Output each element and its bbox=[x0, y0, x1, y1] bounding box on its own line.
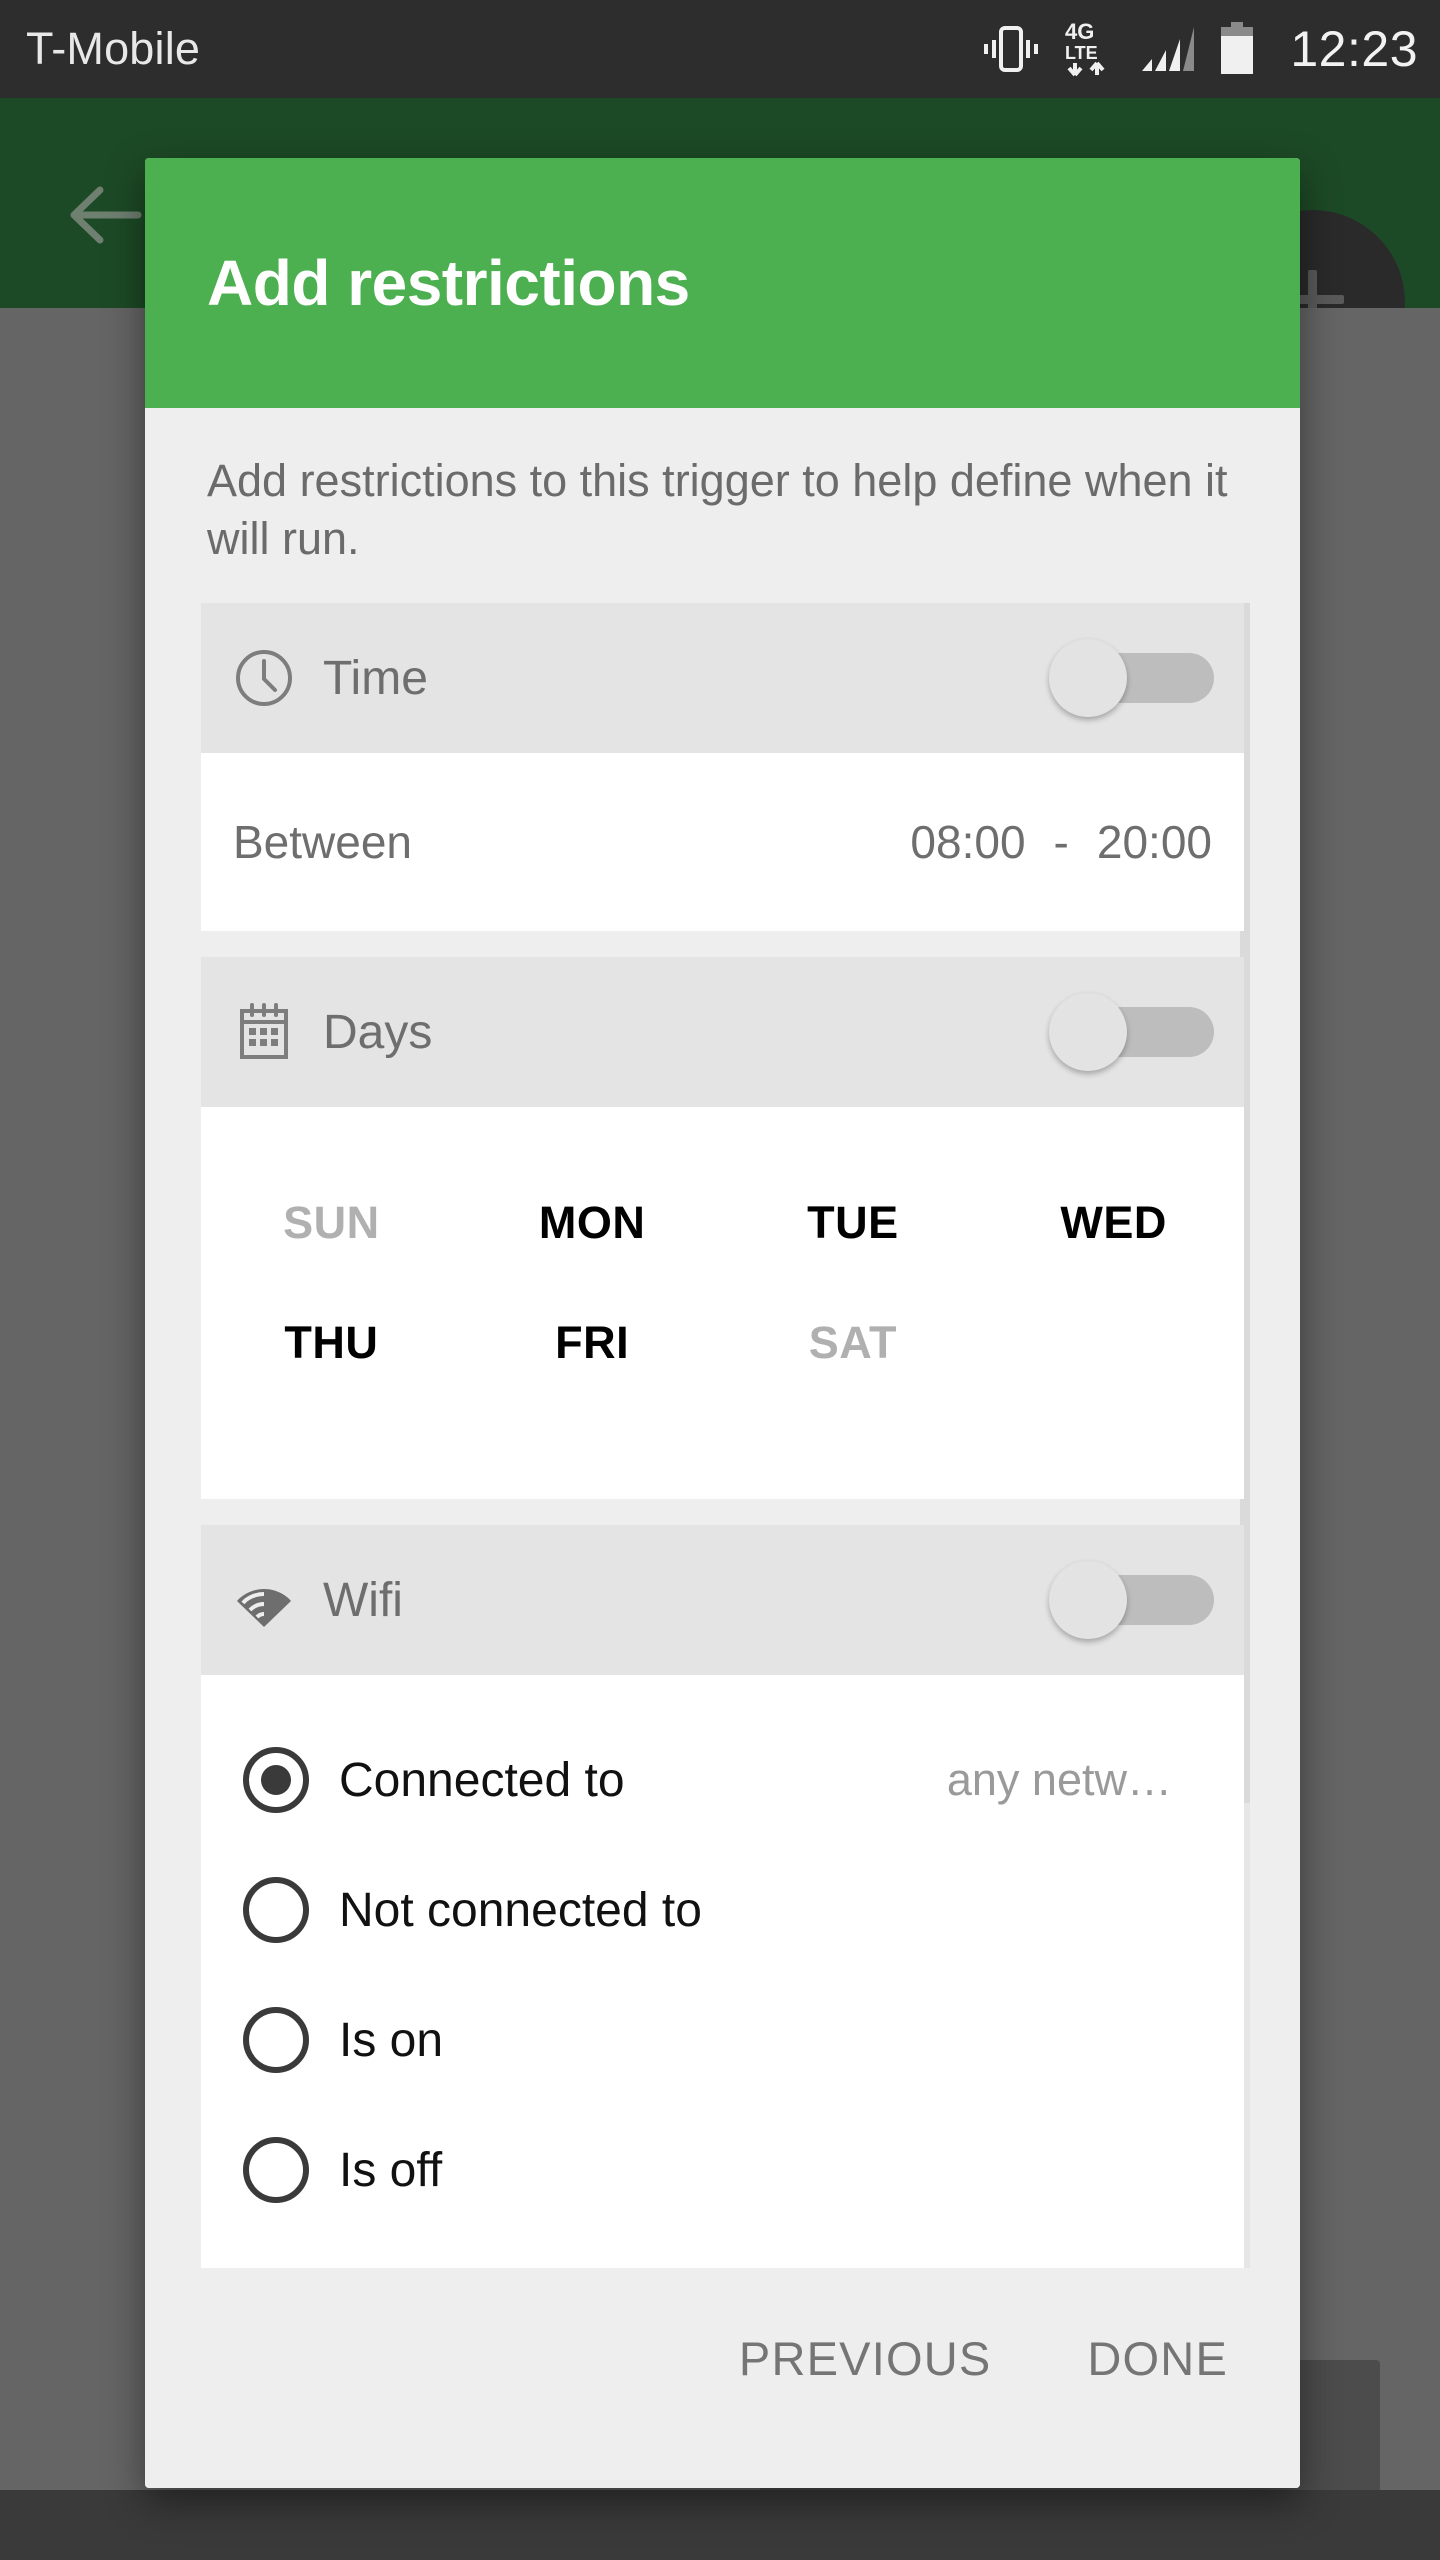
days-row-second: THU FRI SAT bbox=[201, 1283, 1244, 1403]
panel-wifi: Connected to any netw… Not connected to … bbox=[201, 1675, 1244, 2268]
radio-unselected-icon bbox=[243, 1877, 309, 1944]
section-label-days: Days bbox=[323, 1005, 433, 1059]
radio-label-not-connected-to: Not connected to bbox=[339, 1883, 702, 1937]
panel-days: SUN MON TUE WED THU FRI SAT bbox=[201, 1107, 1244, 1500]
day-button-tue[interactable]: TUE bbox=[723, 1163, 984, 1283]
end-time-value[interactable]: 20:00 bbox=[1097, 815, 1212, 869]
clock-icon bbox=[233, 647, 295, 709]
radio-row-is-off[interactable]: Is off bbox=[201, 2105, 1244, 2235]
radio-row-is-on[interactable]: Is on bbox=[201, 1975, 1244, 2105]
wifi-network-value[interactable]: any netw… bbox=[947, 1754, 1202, 1806]
radio-unselected-icon bbox=[243, 2137, 309, 2204]
dialog-footer: PREVIOUS DONE bbox=[145, 2268, 1300, 2488]
4g-lte-icon: 4G LTE bbox=[1063, 19, 1119, 79]
svg-text:4G: 4G bbox=[1065, 19, 1094, 44]
status-bar: T-Mobile 4G LTE 12:23 bbox=[0, 0, 1440, 98]
battery-icon bbox=[1219, 22, 1255, 76]
phone-screen: T-Mobile 4G LTE 12:23 Add restrictions A… bbox=[0, 0, 1440, 2560]
section-wifi: Wifi Connected to any netw… Not connecte… bbox=[201, 1525, 1244, 2268]
section-days: Days SUN MON TUE WED THU FRI SAT bbox=[201, 957, 1244, 1500]
toggle-thumb bbox=[1049, 993, 1127, 1072]
time-range: 08:00 - 20:00 bbox=[910, 815, 1212, 869]
toggle-time[interactable] bbox=[1049, 639, 1214, 718]
toggle-thumb bbox=[1049, 639, 1127, 718]
done-button[interactable]: DONE bbox=[1087, 2331, 1228, 2386]
section-header-wifi[interactable]: Wifi bbox=[201, 1525, 1244, 1676]
day-button-mon[interactable]: MON bbox=[462, 1163, 723, 1283]
days-row-first: SUN MON TUE WED bbox=[201, 1163, 1244, 1283]
start-time-value[interactable]: 08:00 bbox=[910, 815, 1025, 869]
status-clock: 12:23 bbox=[1290, 21, 1418, 77]
status-icon-group: 4G LTE 12:23 bbox=[980, 19, 1418, 79]
section-header-time[interactable]: Time bbox=[201, 603, 1244, 754]
add-restrictions-dialog: Add restrictions Add restrictions to thi… bbox=[145, 158, 1300, 2488]
radio-label-is-off: Is off bbox=[339, 2143, 443, 2197]
day-button-sun[interactable]: SUN bbox=[201, 1163, 462, 1283]
day-cell-empty bbox=[983, 1283, 1244, 1403]
system-navigation-bar bbox=[0, 2490, 1440, 2560]
day-button-thu[interactable]: THU bbox=[201, 1283, 462, 1403]
radio-row-connected-to[interactable]: Connected to any netw… bbox=[201, 1715, 1244, 1845]
radio-label-connected-to: Connected to bbox=[339, 1753, 625, 1807]
day-button-fri[interactable]: FRI bbox=[462, 1283, 723, 1403]
time-between-row[interactable]: Between 08:00 - 20:00 bbox=[201, 753, 1244, 931]
radio-dot bbox=[261, 1765, 291, 1796]
section-label-time: Time bbox=[323, 651, 428, 705]
radio-row-not-connected-to[interactable]: Not connected to bbox=[201, 1845, 1244, 1975]
toggle-thumb bbox=[1049, 1561, 1127, 1640]
section-label-wifi: Wifi bbox=[323, 1573, 403, 1627]
vibrate-icon bbox=[980, 23, 1042, 75]
calendar-icon bbox=[233, 1001, 295, 1063]
svg-text:LTE: LTE bbox=[1065, 43, 1098, 63]
time-separator: - bbox=[1053, 816, 1069, 869]
signal-bars-icon bbox=[1140, 25, 1198, 73]
day-button-wed[interactable]: WED bbox=[983, 1163, 1244, 1283]
day-button-sat[interactable]: SAT bbox=[723, 1283, 984, 1403]
dialog-description: Add restrictions to this trigger to help… bbox=[207, 455, 1228, 564]
radio-unselected-icon bbox=[243, 2007, 309, 2074]
radio-label-is-on: Is on bbox=[339, 2013, 444, 2067]
dialog-title: Add restrictions bbox=[207, 247, 690, 319]
toggle-days[interactable] bbox=[1049, 993, 1214, 1072]
previous-button[interactable]: PREVIOUS bbox=[739, 2331, 992, 2386]
wifi-icon bbox=[233, 1569, 295, 1631]
section-header-days[interactable]: Days bbox=[201, 957, 1244, 1108]
toggle-wifi[interactable] bbox=[1049, 1561, 1214, 1640]
radio-selected-icon bbox=[243, 1747, 309, 1814]
dialog-header: Add restrictions bbox=[145, 158, 1300, 408]
section-time: Time Between 08:00 - 20:00 bbox=[201, 603, 1244, 932]
dialog-scroll-area[interactable]: Time Between 08:00 - 20:00 Days SUN MON … bbox=[145, 603, 1300, 2268]
panel-time: Between 08:00 - 20:00 bbox=[201, 753, 1244, 932]
back-arrow-icon[interactable] bbox=[60, 170, 150, 260]
carrier-label: T-Mobile bbox=[26, 23, 201, 74]
between-label: Between bbox=[233, 816, 413, 869]
